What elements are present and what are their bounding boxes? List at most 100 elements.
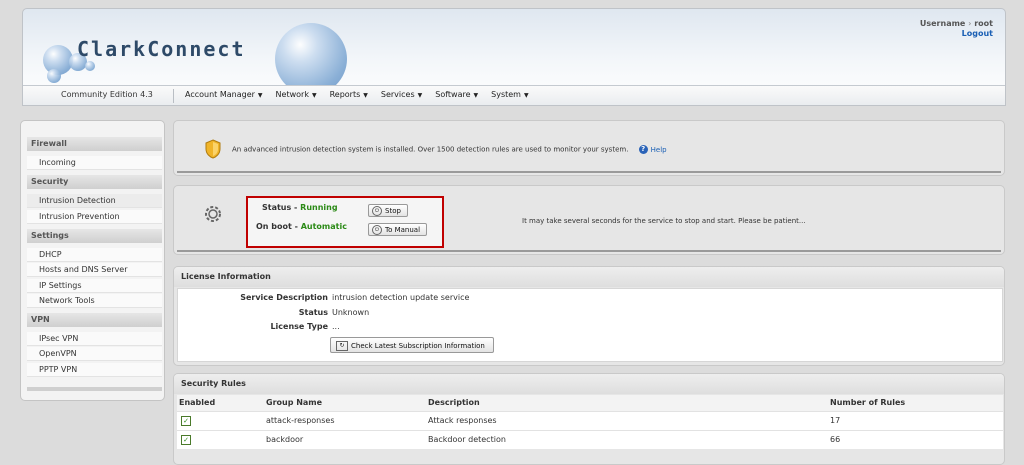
to-manual-button-label: To Manual [385, 226, 421, 234]
shield-icon [205, 139, 221, 159]
chevron-down-icon: ▼ [257, 92, 263, 99]
sidebar-item[interactable]: Network Tools [27, 293, 162, 308]
license-value: Unknown [332, 307, 370, 317]
sidebar-item[interactable]: Hosts and DNS Server [27, 263, 162, 278]
rule-description: Attack responses [428, 416, 497, 425]
username-value: root [974, 19, 993, 28]
onboot-value: Automatic [300, 222, 347, 231]
license-key: Service Description [240, 293, 328, 302]
sidebar-section-title: VPN [27, 313, 162, 328]
username-label: Username [919, 19, 966, 28]
status-label: Status - [262, 203, 301, 212]
edition-label: Community Edition 4.3 [61, 90, 153, 99]
info-message-text: An advanced intrusion detection system i… [232, 145, 629, 154]
refresh-icon: ↻ [336, 341, 348, 351]
col-number-of-rules: Number of Rules [830, 398, 906, 407]
power-icon: ⏻ [372, 225, 382, 235]
nav-item[interactable]: Services ▼ [381, 90, 422, 99]
nav-item[interactable]: System ▼ [491, 90, 528, 99]
check-subscription-label: Check Latest Subscription Information [351, 342, 485, 350]
nav-item-label: Account Manager [185, 90, 255, 99]
license-key: Status [298, 307, 328, 317]
header-banner: ClarkConnect Username › root Logout Comm… [22, 8, 1006, 106]
license-row: License Type... [178, 320, 1004, 334]
sidebar-item[interactable]: Intrusion Prevention [27, 209, 162, 224]
nav-item[interactable]: Software ▼ [435, 90, 478, 99]
logout-link[interactable]: Logout [920, 29, 993, 38]
license-value: ... [332, 322, 340, 331]
stop-button[interactable]: ⏻ Stop [368, 204, 408, 217]
sidebar-section-title: Settings [27, 228, 162, 243]
license-value: intrusion detection update service [332, 293, 470, 302]
main-menu: Account Manager ▼ Network ▼ Reports ▼ Services… [185, 90, 529, 99]
license-key: License Type [270, 322, 328, 331]
license-panel: License Information Service Description i… [173, 266, 1005, 366]
to-manual-button[interactable]: ⏻ To Manual [368, 223, 428, 236]
help-icon: ? [638, 145, 648, 154]
nav-item-label: Reports [329, 90, 361, 99]
status-line: Status - Running [262, 203, 338, 212]
nav-bar: Community Edition 4.3 Account Manager ▼ Ne… [23, 85, 1005, 105]
sidebar-section-title: Security [27, 175, 162, 190]
license-row: Status Unknown [178, 306, 1004, 320]
rule-enabled-checkbox[interactable]: ✓ [181, 435, 191, 445]
chevron-down-icon: ▼ [363, 92, 368, 99]
help-link[interactable]: ? Help [638, 145, 667, 154]
rules-title: Security Rules [174, 374, 1004, 394]
chevron-down-icon: ▼ [417, 92, 423, 99]
onboot-label: On boot - [256, 222, 301, 231]
service-status-box: Status - Running On boot - Automatic ⏻ St… [246, 196, 444, 248]
chevron-down-icon: ▼ [523, 92, 529, 99]
license-table: Service Description intrusion detection u… [177, 288, 1003, 362]
col-description: Description [428, 398, 480, 407]
license-title: License Information [174, 267, 1004, 287]
sidebar-item[interactable]: Incoming [27, 156, 162, 170]
chevron-down-icon: ▼ [311, 92, 317, 99]
sidebar-item[interactable]: IPsec VPN [27, 332, 162, 347]
logo-bubble-4 [85, 61, 95, 71]
nav-item[interactable]: Account Manager ▼ [185, 90, 263, 99]
sidebar-item[interactable]: Intrusion Detection [27, 194, 162, 209]
info-panel: An advanced intrusion detection system i… [173, 120, 1005, 176]
rule-enabled-checkbox[interactable]: ✓ [181, 416, 191, 426]
panel-divider [177, 250, 1001, 252]
rule-count: 66 [830, 435, 841, 444]
user-box: Username › root Logout [919, 19, 993, 38]
nav-item-label: Network [275, 90, 309, 99]
info-message: An advanced intrusion detection system i… [232, 145, 667, 154]
license-row: Service Description intrusion detection u… [178, 291, 1004, 305]
sidebar-section-title: Firewall [27, 137, 162, 151]
rules-header-row: Enabled Group Name Description Number of… [177, 395, 1003, 411]
check-subscription-button[interactable]: ↻ Check Latest Subscription Information [330, 337, 494, 353]
service-wait-message: It may take several seconds for the serv… [522, 217, 806, 225]
status-value: Running [300, 203, 338, 212]
nav-separator [173, 89, 174, 103]
sidebar-item[interactable]: OpenVPN [27, 347, 162, 362]
logo-bubble-3 [47, 69, 61, 83]
service-status-panel: Status - Running On boot - Automatic ⏻ St… [173, 185, 1005, 255]
power-icon: ⏻ [372, 206, 382, 216]
col-group-name: Group Name [266, 398, 323, 407]
onboot-line: On boot - Automatic [256, 222, 347, 231]
sidebar: Firewall Incoming Security Intrusion Detect… [20, 120, 165, 401]
nav-item[interactable]: Network ▼ [276, 90, 317, 99]
rule-group-name: backdoor [266, 435, 304, 444]
nav-item[interactable]: Reports ▼ [330, 90, 368, 99]
rule-description: Backdoor detection [428, 435, 506, 444]
sidebar-item[interactable]: DHCP [27, 247, 162, 262]
chevron-down-icon: ▼ [473, 92, 479, 99]
help-label: Help [650, 145, 667, 154]
col-enabled: Enabled [179, 398, 216, 407]
security-rules-panel: Security Rules Enabled Group Name Descri… [173, 373, 1005, 465]
panel-divider [177, 171, 1001, 173]
nav-item-label: System [491, 90, 521, 99]
table-row: ✓ attack-responses Attack responses 17 [177, 411, 1003, 430]
nav-item-label: Services [380, 90, 415, 99]
rule-group-name: attack-responses [266, 416, 335, 425]
sidebar-item[interactable]: PPTP VPN [27, 362, 162, 377]
stop-button-label: Stop [385, 207, 401, 215]
sidebar-footer [27, 387, 162, 391]
gear-icon [205, 206, 221, 222]
sidebar-item[interactable]: IP Settings [27, 278, 162, 293]
table-row: ✓ backdoor Backdoor detection 66 [177, 430, 1003, 449]
